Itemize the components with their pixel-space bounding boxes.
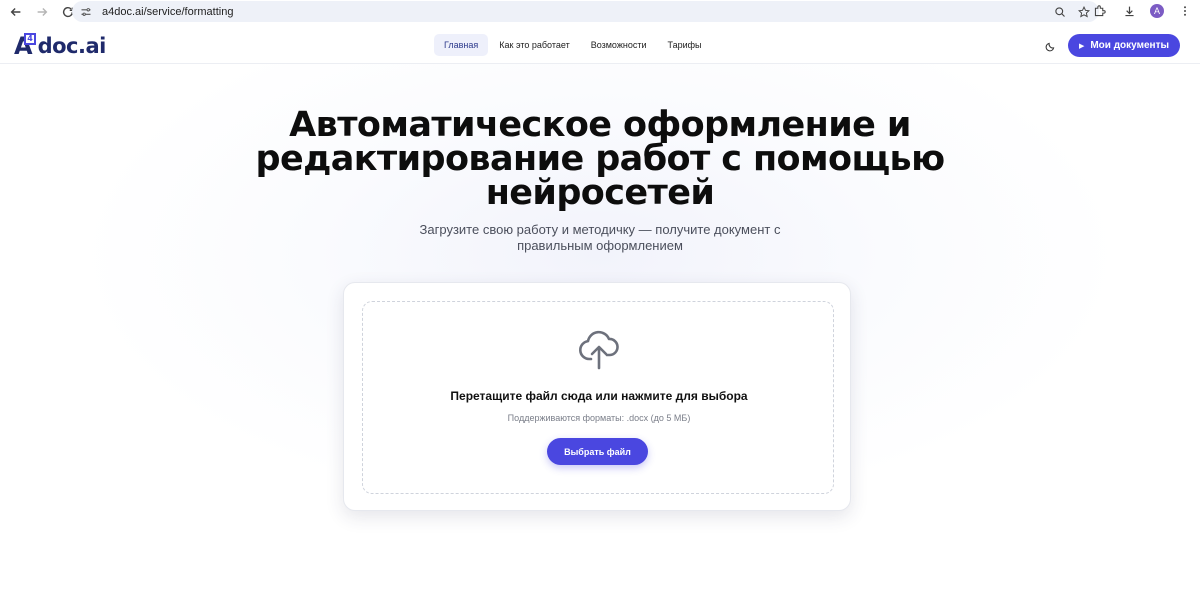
back-icon[interactable]: [6, 2, 26, 22]
extensions-icon[interactable]: [1090, 2, 1108, 20]
site-header: A4 doc.ai Главная Как это работает Возмо…: [0, 25, 1200, 64]
play-icon: ▶: [1078, 42, 1085, 50]
hero-subtitle: Загрузите свою работу и методичку — полу…: [419, 222, 781, 253]
address-bar[interactable]: a4doc.ai/service/formatting: [72, 1, 1099, 22]
cloud-upload-icon: [577, 327, 621, 371]
forward-icon[interactable]: [32, 2, 52, 22]
nav-item-pricing[interactable]: Тарифы: [657, 34, 711, 56]
logo-mark: A4: [14, 33, 36, 58]
choose-file-button[interactable]: Выбрать файл: [547, 438, 648, 465]
my-documents-label: Мои документы: [1090, 40, 1170, 51]
dropzone-title: Перетащите файл сюда или нажмите для выб…: [450, 389, 748, 403]
browser-toolbar: a4doc.ai/service/formatting A: [0, 0, 1200, 24]
file-dropzone[interactable]: Перетащите файл сюда или нажмите для выб…: [362, 301, 834, 494]
nav-item-home[interactable]: Главная: [434, 34, 489, 56]
moon-icon[interactable]: [1043, 39, 1057, 53]
main-nav: Главная Как это работает Возможности Тар…: [434, 34, 713, 56]
zoom-icon[interactable]: [1053, 5, 1067, 19]
bookmark-star-icon[interactable]: [1077, 5, 1091, 19]
supported-formats: Поддерживаются форматы: .docx (до 5 МБ): [507, 413, 691, 423]
downloads-icon[interactable]: [1120, 2, 1138, 20]
url-text: a4doc.ai/service/formatting: [102, 5, 234, 18]
nav-item-features[interactable]: Возможности: [581, 34, 657, 56]
logo-text: doc.ai: [37, 34, 107, 58]
site-settings-icon[interactable]: [80, 5, 94, 19]
hero-title: Автоматическое оформление и редактирован…: [255, 105, 945, 213]
upload-card: Перетащите файл сюда или нажмите для выб…: [343, 282, 851, 511]
profile-avatar[interactable]: A: [1150, 4, 1164, 18]
logo[interactable]: A4 doc.ai: [14, 33, 107, 58]
my-documents-button[interactable]: ▶ Мои документы: [1068, 34, 1180, 57]
nav-item-how-it-works[interactable]: Как это работает: [489, 34, 579, 56]
menu-kebab-icon[interactable]: [1176, 2, 1194, 20]
